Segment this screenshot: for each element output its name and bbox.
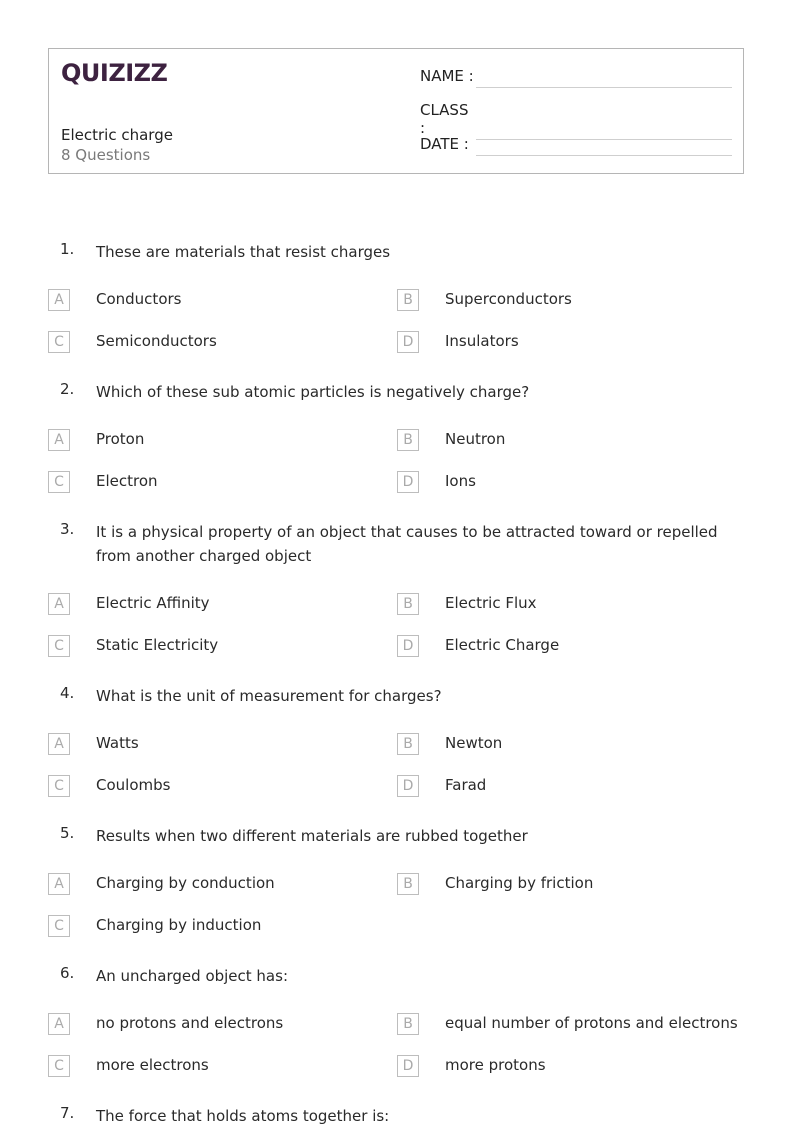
option-text: more protons	[445, 1056, 546, 1074]
date-field[interactable]: DATE :	[420, 135, 732, 156]
option-letter-box[interactable]: B	[397, 593, 419, 615]
option-text: Static Electricity	[96, 636, 219, 654]
option-text: Semiconductors	[96, 332, 217, 350]
option-text: Superconductors	[445, 290, 572, 308]
option-text: Electric Flux	[445, 594, 537, 612]
question-number: 1.	[60, 240, 75, 258]
question-number: 7.	[60, 1104, 75, 1122]
option-text: Coulombs	[96, 776, 171, 794]
option-letter-box[interactable]: B	[397, 429, 419, 451]
option-text: Electric Affinity	[96, 594, 210, 612]
question-number: 3.	[60, 520, 75, 538]
option-letter-box[interactable]: B	[397, 873, 419, 895]
option-letter-box[interactable]: B	[397, 1013, 419, 1035]
option-text: Farad	[445, 776, 487, 794]
class-field[interactable]: CLASS :	[420, 101, 732, 140]
option-letter-box[interactable]: B	[397, 733, 419, 755]
option-letter-box[interactable]: A	[48, 1013, 70, 1035]
option-letter-box[interactable]: D	[397, 635, 419, 657]
option-letter-box[interactable]: A	[48, 733, 70, 755]
question-number: 4.	[60, 684, 75, 702]
option-letter-box[interactable]: D	[397, 775, 419, 797]
option-letter-box[interactable]: D	[397, 1055, 419, 1077]
quizizz-logo: QUIZIZZ	[61, 59, 168, 87]
question-text: An uncharged object has:	[96, 967, 288, 985]
option-text: equal number of protons and electrons	[445, 1014, 738, 1032]
question-text: What is the unit of measurement for char…	[96, 687, 442, 705]
name-line[interactable]	[476, 69, 732, 88]
class-label: CLASS :	[420, 101, 469, 137]
question-text: Which of these sub atomic particles is n…	[96, 383, 530, 401]
option-letter-box[interactable]: A	[48, 429, 70, 451]
question-number: 5.	[60, 824, 75, 842]
option-letter-box[interactable]: C	[48, 915, 70, 937]
question-text: Results when two different materials are…	[96, 827, 528, 845]
option-text: Watts	[96, 734, 139, 752]
option-text: more electrons	[96, 1056, 209, 1074]
question-text: These are materials that resist charges	[96, 243, 391, 261]
option-text: Electron	[96, 472, 158, 490]
name-label: NAME :	[420, 67, 474, 85]
date-line[interactable]	[476, 137, 732, 156]
option-letter-box[interactable]: C	[48, 635, 70, 657]
option-text: Charging by conduction	[96, 874, 275, 892]
option-text: Charging by friction	[445, 874, 594, 892]
worksheet-title: Electric charge	[61, 126, 173, 144]
option-text: Insulators	[445, 332, 519, 350]
option-letter-box[interactable]: D	[397, 471, 419, 493]
option-letter-box[interactable]: C	[48, 331, 70, 353]
option-text: Proton	[96, 430, 145, 448]
option-letter-box[interactable]: B	[397, 289, 419, 311]
option-text: no protons and electrons	[96, 1014, 284, 1032]
option-letter-box[interactable]: C	[48, 1055, 70, 1077]
option-text: Neutron	[445, 430, 506, 448]
option-text: Newton	[445, 734, 503, 752]
question-count: 8 Questions	[61, 146, 151, 164]
question-text: The force that holds atoms together is:	[96, 1107, 390, 1125]
option-letter-box[interactable]: A	[48, 593, 70, 615]
option-letter-box[interactable]: D	[397, 331, 419, 353]
option-text: Conductors	[96, 290, 182, 308]
option-letter-box[interactable]: A	[48, 289, 70, 311]
question-text: It is a physical property of an object t…	[96, 523, 718, 565]
option-text: Ions	[445, 472, 476, 490]
worksheet-header: QUIZIZZ Electric charge 8 Questions NAME…	[48, 48, 744, 174]
option-letter-box[interactable]: A	[48, 873, 70, 895]
option-letter-box[interactable]: C	[48, 471, 70, 493]
question-number: 2.	[60, 380, 75, 398]
option-text: Electric Charge	[445, 636, 560, 654]
date-label: DATE :	[420, 135, 469, 153]
option-letter-box[interactable]: C	[48, 775, 70, 797]
option-text: Charging by induction	[96, 916, 262, 934]
name-field[interactable]: NAME :	[420, 67, 732, 88]
question-number: 6.	[60, 964, 75, 982]
